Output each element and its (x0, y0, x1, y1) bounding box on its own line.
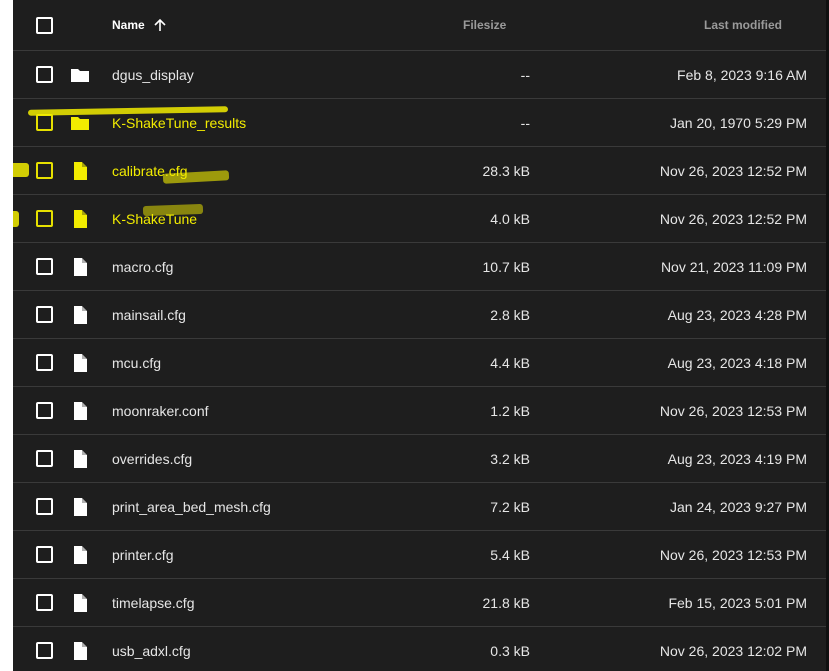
last-modified: Nov 26, 2023 12:52 PM (659, 163, 807, 179)
table-row[interactable]: K-ShakeTune_results -- Jan 20, 1970 5:29 P… (13, 99, 826, 147)
table-row[interactable]: usb_adxl.cfg 0.3 kB Nov 26, 2023 12:02 PM (13, 627, 826, 671)
highlight-mark (13, 211, 19, 227)
row-checkbox[interactable] (36, 354, 53, 371)
last-modified: Nov 26, 2023 12:53 PM (659, 403, 807, 419)
file-size: -- (520, 67, 530, 83)
file-size: 5.4 kB (490, 547, 530, 563)
file-name[interactable]: mcu.cfg (112, 339, 161, 387)
file-size: 7.2 kB (490, 499, 530, 515)
row-checkbox[interactable] (36, 642, 53, 659)
table-row[interactable]: print_area_bed_mesh.cfg 7.2 kB Jan 24, 202… (13, 483, 826, 531)
row-checkbox[interactable] (36, 66, 53, 83)
file-name[interactable]: overrides.cfg (112, 435, 192, 483)
table-row[interactable]: printer.cfg 5.4 kB Nov 26, 2023 12:53 PM (13, 531, 826, 579)
file-icon (70, 161, 90, 181)
highlight-mark (142, 203, 204, 217)
file-icon (70, 209, 90, 229)
file-size: 2.8 kB (490, 307, 530, 323)
last-modified: Aug 23, 2023 4:18 PM (667, 355, 807, 371)
file-name[interactable]: macro.cfg (112, 243, 173, 291)
file-name[interactable]: usb_adxl.cfg (112, 627, 191, 671)
table-row[interactable]: moonraker.conf 1.2 kB Nov 26, 2023 12:53 P… (13, 387, 826, 435)
file-size: 1.2 kB (490, 403, 530, 419)
last-modified: Jan 24, 2023 9:27 PM (670, 499, 807, 515)
file-name[interactable]: printer.cfg (112, 531, 173, 579)
table-header: Name Filesize Last modified (13, 0, 826, 51)
row-checkbox[interactable] (36, 546, 53, 563)
file-icon (70, 305, 90, 325)
arrow-up-icon[interactable] (153, 18, 167, 32)
last-modified: Nov 21, 2023 11:09 PM (660, 259, 807, 275)
file-size: -- (520, 115, 530, 131)
file-name[interactable]: mainsail.cfg (112, 291, 186, 339)
file-size: 4.4 kB (490, 355, 530, 371)
file-icon (70, 353, 90, 373)
row-checkbox[interactable] (36, 306, 53, 323)
file-icon (70, 641, 90, 661)
file-name[interactable]: print_area_bed_mesh.cfg (112, 483, 271, 531)
table-row[interactable]: dgus_display -- Feb 8, 2023 9:16 AM (13, 51, 826, 99)
last-modified: Jan 20, 1970 5:29 PM (670, 115, 807, 131)
table-row[interactable]: K-ShakeTune 4.0 kB Nov 26, 2023 12:52 PM (13, 195, 826, 243)
file-icon (70, 545, 90, 565)
file-name[interactable]: moonraker.conf (112, 387, 209, 435)
last-modified: Aug 23, 2023 4:28 PM (667, 307, 807, 323)
file-size: 4.0 kB (490, 211, 530, 227)
file-icon (70, 401, 90, 421)
file-icon (70, 257, 90, 277)
row-checkbox[interactable] (36, 162, 53, 179)
file-size: 28.3 kB (482, 163, 530, 179)
table-row[interactable]: overrides.cfg 3.2 kB Aug 23, 2023 4:19 PM (13, 435, 826, 483)
row-checkbox[interactable] (36, 594, 53, 611)
last-modified: Nov 26, 2023 12:02 PM (659, 643, 807, 659)
table-row[interactable]: macro.cfg 10.7 kB Nov 21, 2023 11:09 PM (13, 243, 826, 291)
row-checkbox[interactable] (36, 402, 53, 419)
last-modified: Feb 8, 2023 9:16 AM (677, 67, 807, 83)
file-name[interactable]: K-ShakeTune (112, 195, 197, 243)
row-checkbox[interactable] (36, 114, 53, 131)
file-icon (70, 593, 90, 613)
file-size: 3.2 kB (490, 451, 530, 467)
last-modified: Feb 15, 2023 5:01 PM (668, 595, 807, 611)
folder-icon (70, 65, 90, 85)
file-size: 21.8 kB (482, 595, 530, 611)
file-icon (70, 449, 90, 469)
select-all-checkbox[interactable] (36, 17, 53, 34)
file-icon (70, 497, 90, 517)
row-checkbox[interactable] (36, 258, 53, 275)
table-row[interactable]: timelapse.cfg 21.8 kB Feb 15, 2023 5:01 PM (13, 579, 826, 627)
table-row[interactable]: mcu.cfg 4.4 kB Aug 23, 2023 4:18 PM (13, 339, 826, 387)
last-modified: Aug 23, 2023 4:19 PM (667, 451, 807, 467)
last-modified: Nov 26, 2023 12:52 PM (659, 211, 807, 227)
row-checkbox[interactable] (36, 210, 53, 227)
file-browser: Name Filesize Last modified dgus_display… (13, 0, 826, 671)
table-row[interactable]: mainsail.cfg 2.8 kB Aug 23, 2023 4:28 PM (13, 291, 826, 339)
file-name[interactable]: dgus_display (112, 51, 194, 99)
column-header-last-modified[interactable]: Last modified (704, 0, 782, 50)
folder-icon (70, 113, 90, 133)
file-name[interactable]: calibrate.cfg (112, 147, 187, 195)
row-checkbox[interactable] (36, 450, 53, 467)
highlight-mark (13, 163, 29, 177)
file-name[interactable]: timelapse.cfg (112, 579, 194, 627)
row-checkbox[interactable] (36, 498, 53, 515)
column-header-filesize[interactable]: Filesize (463, 0, 506, 50)
last-modified: Nov 26, 2023 12:53 PM (659, 547, 807, 563)
file-size: 10.7 kB (482, 259, 530, 275)
column-header-name[interactable]: Name (112, 0, 145, 50)
file-size: 0.3 kB (490, 643, 530, 659)
table-row[interactable]: calibrate.cfg 28.3 kB Nov 26, 2023 12:52 P… (13, 147, 826, 195)
